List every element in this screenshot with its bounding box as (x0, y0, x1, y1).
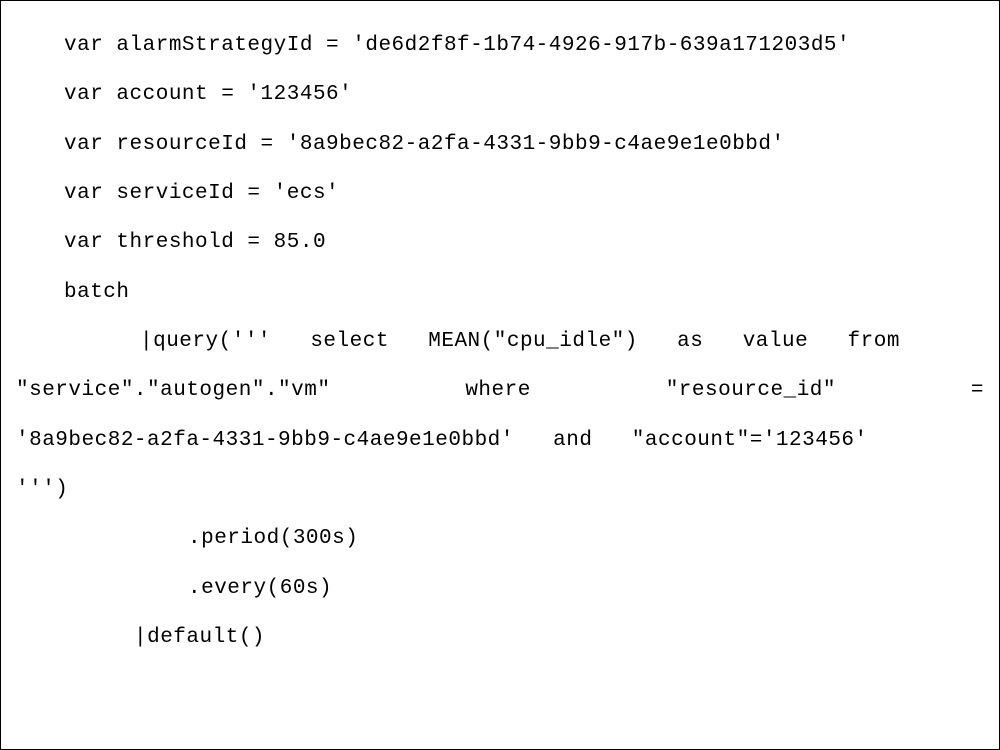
query-fragment: "resource_id" (666, 366, 836, 415)
query-line-4: ''') (16, 465, 984, 514)
code-line: .every(60s) (16, 564, 984, 613)
code-line: var alarmStrategyId = 'de6d2f8f-1b74-492… (16, 21, 984, 70)
query-line-2: "service"."autogen"."vm" where "resource… (16, 366, 984, 415)
code-line: batch (16, 268, 984, 317)
query-fragment: = (971, 366, 984, 415)
code-line: var serviceId = 'ecs' (16, 169, 984, 218)
query-fragment: where (465, 366, 531, 415)
code-line: var resourceId = '8a9bec82-a2fa-4331-9bb… (16, 120, 984, 169)
code-line: .period(300s) (16, 514, 984, 563)
code-line: var account = '123456' (16, 70, 984, 119)
query-line-3: '8a9bec82-a2fa-4331-9bb9-c4ae9e1e0bbd' a… (16, 416, 984, 465)
code-line: var threshold = 85.0 (16, 218, 984, 267)
code-block: var alarmStrategyId = 'de6d2f8f-1b74-492… (0, 0, 1000, 750)
query-fragment: "service"."autogen"."vm" (16, 366, 330, 415)
query-line-1: |query(''' select MEAN("cpu_idle") as va… (16, 317, 984, 366)
code-line: |default() (16, 613, 984, 662)
